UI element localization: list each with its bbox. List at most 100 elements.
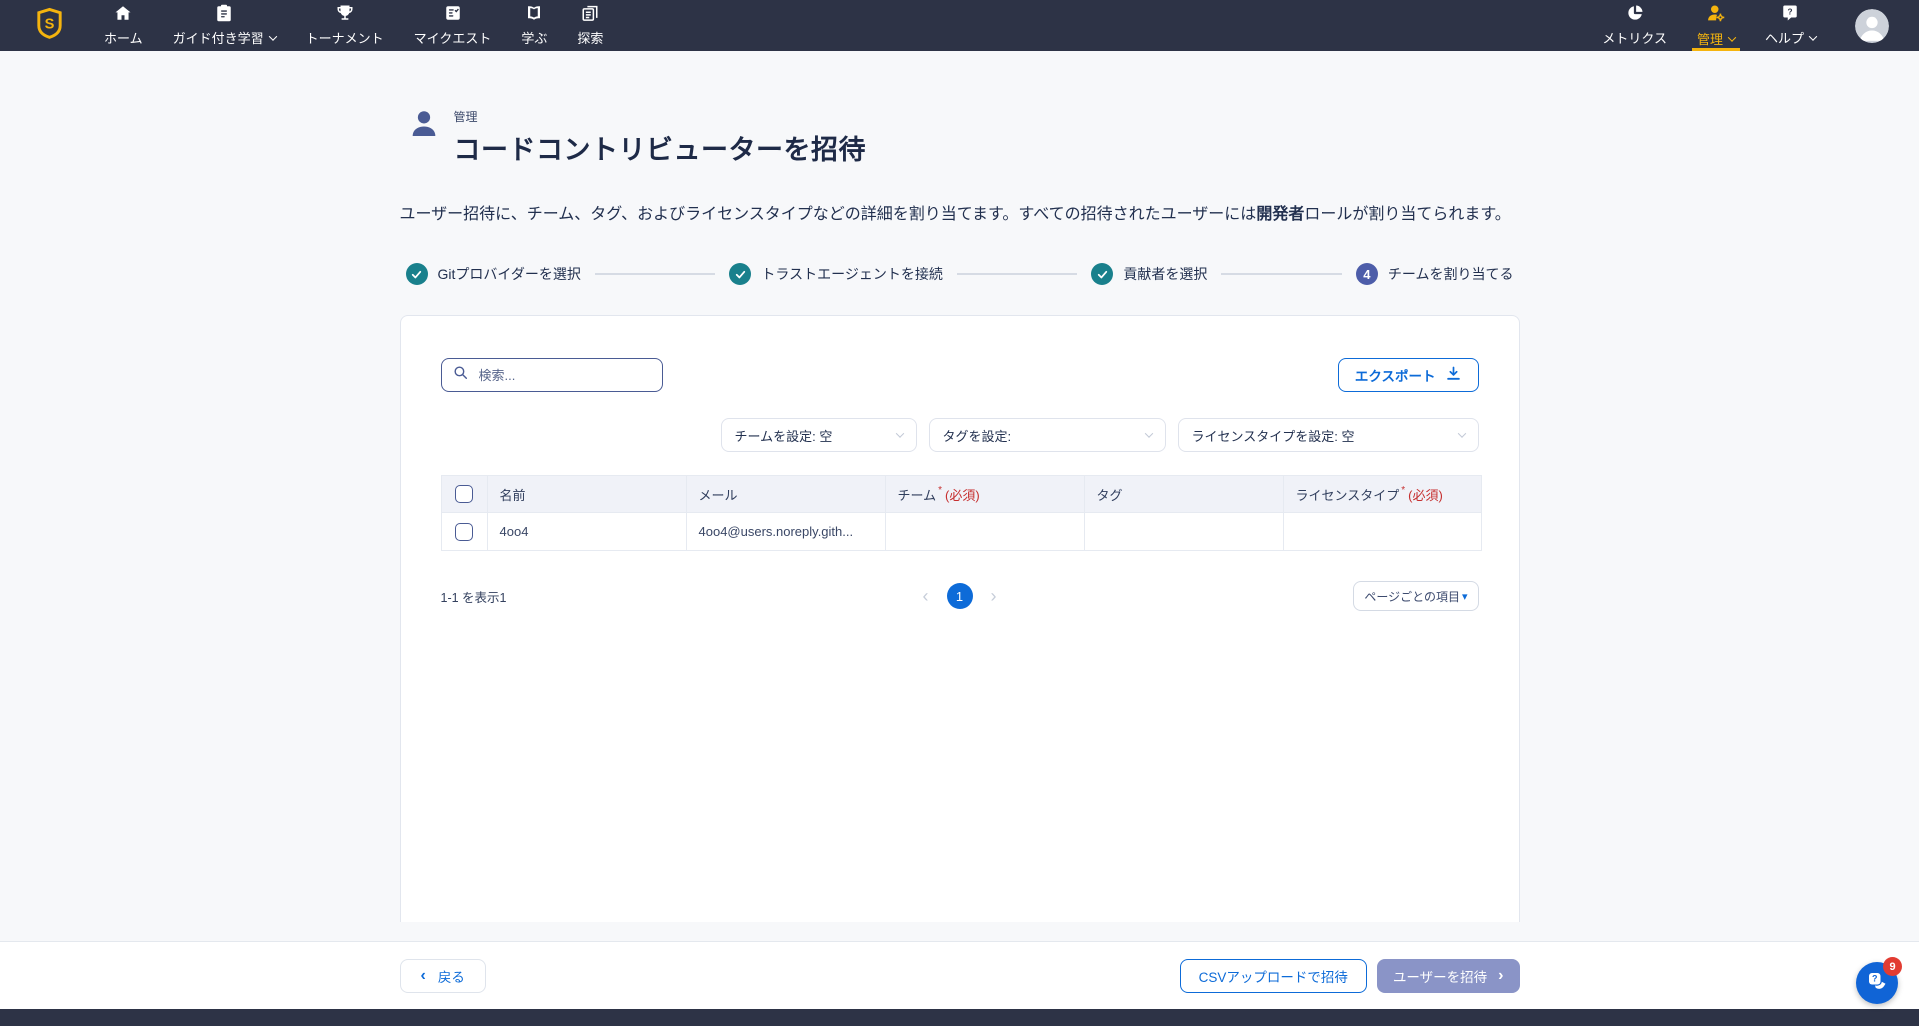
nav-item-guided-learning[interactable]: ガイド付き学習 — [158, 0, 291, 51]
col-header-license: ライセンスタイプ*(必須) — [1283, 476, 1481, 513]
col-header-tags: タグ — [1084, 476, 1283, 513]
clipboard-icon — [215, 4, 233, 25]
cell-license[interactable] — [1283, 513, 1481, 551]
back-button[interactable]: ‹ 戻る — [400, 959, 486, 993]
export-button[interactable]: エクスポート — [1338, 358, 1479, 392]
page-description: ユーザー招待に、チーム、タグ、およびライセンスタイプなどの詳細を割り当てます。す… — [400, 203, 1520, 227]
search-icon — [452, 364, 469, 386]
nav-item-admin[interactable]: 管理 — [1682, 0, 1750, 51]
pie-chart-icon — [1626, 4, 1644, 25]
step-connector — [1221, 273, 1342, 275]
step-select-contributors: 貢献者を選択 — [1091, 263, 1207, 285]
step-complete-check-icon — [406, 263, 428, 285]
secondary-nav: メトリクス 管理 — [1587, 0, 1889, 51]
checklist-icon — [444, 4, 462, 25]
current-page-button[interactable]: 1 — [947, 583, 973, 609]
nav-label: マイクエスト — [414, 28, 492, 47]
top-navbar: S ホーム ガイド付き学習 — [0, 0, 1919, 51]
nav-label: ガイド付き学習 — [173, 28, 264, 47]
user-avatar[interactable] — [1855, 9, 1889, 43]
chevron-right-icon: › — [1498, 968, 1503, 984]
assign-teams-card: エクスポート チームを設定: 空 タグを設定: — [400, 315, 1520, 922]
nav-label: 管理 — [1697, 29, 1723, 48]
contributor-person-icon — [408, 108, 440, 167]
nav-label: トーナメント — [306, 28, 384, 47]
breadcrumb: 管理 — [454, 108, 867, 125]
step-complete-check-icon — [1091, 263, 1113, 285]
help-chat-button[interactable]: ? 9 — [1856, 962, 1898, 1004]
download-icon — [1445, 365, 1462, 385]
table-header-row: 名前 メール チーム*(必須) タグ ライセンスタイプ*(必須) — [441, 476, 1481, 513]
step-select-git-provider: Gitプロバイダーを選択 — [406, 263, 581, 285]
nav-item-explore[interactable]: 探索 — [562, 0, 618, 51]
bulk-assign-filters: チームを設定: 空 タグを設定: ライセンスタイプを設定: 空 — [441, 418, 1479, 452]
trophy-icon — [336, 4, 354, 25]
svg-text:?: ? — [1788, 8, 1793, 17]
set-license-type-select[interactable]: ライセンスタイプを設定: 空 — [1178, 418, 1479, 452]
nav-item-tournament[interactable]: トーナメント — [291, 0, 399, 51]
nav-label: ヘルプ — [1765, 28, 1804, 47]
step-label: トラストエージェントを接続 — [761, 264, 942, 284]
step-label: Gitプロバイダーを選択 — [438, 264, 581, 284]
home-icon — [114, 4, 132, 25]
step-label: 貢献者を選択 — [1123, 264, 1207, 284]
row-checkbox[interactable] — [455, 523, 473, 541]
nav-item-learn[interactable]: 学ぶ — [506, 0, 562, 51]
table-row: 4oo4 4oo4@users.noreply.gith... — [441, 513, 1481, 551]
stepper: Gitプロバイダーを選択 トラストエージェントを接続 貢献者を選択 4 チームを… — [400, 263, 1520, 285]
select-all-checkbox[interactable] — [455, 485, 473, 503]
step-number-badge: 4 — [1356, 263, 1378, 285]
help-icon: ? — [1781, 4, 1799, 25]
nav-item-metrics[interactable]: メトリクス — [1587, 0, 1682, 51]
nav-label: 探索 — [577, 28, 603, 47]
cell-team[interactable] — [885, 513, 1084, 551]
bottom-strip — [0, 1009, 1919, 1026]
nav-label: ホーム — [104, 28, 143, 47]
invite-via-csv-button[interactable]: CSVアップロードで招待 — [1180, 959, 1367, 993]
page-title: コードコントリビューターを招待 — [454, 128, 867, 167]
col-header-team: チーム*(必須) — [885, 476, 1084, 513]
caret-down-icon: ▾ — [1462, 590, 1468, 603]
col-header-name: 名前 — [487, 476, 686, 513]
nav-label: 学ぶ — [521, 28, 547, 47]
chevron-down-icon — [1144, 429, 1152, 437]
set-tags-select[interactable]: タグを設定: — [929, 418, 1166, 452]
cell-name: 4oo4 — [487, 513, 686, 551]
cell-tags[interactable] — [1084, 513, 1283, 551]
set-team-select[interactable]: チームを設定: 空 — [721, 418, 917, 452]
invite-users-button[interactable]: ユーザーを招待 › — [1377, 959, 1520, 993]
notification-badge: 9 — [1883, 957, 1902, 976]
nav-item-help[interactable]: ? ヘルプ — [1750, 0, 1831, 51]
step-connector — [957, 273, 1078, 275]
library-icon — [581, 4, 599, 25]
contributors-table: 名前 メール チーム*(必須) タグ ライセンスタイプ*(必須) 4oo4 4o… — [441, 475, 1482, 551]
main-content: 管理 コードコントリビューターを招待 ユーザー招待に、チーム、タグ、およびライセ… — [400, 108, 1520, 922]
svg-text:?: ? — [1872, 973, 1878, 983]
nav-item-my-quests[interactable]: マイクエスト — [399, 0, 507, 51]
svg-text:S: S — [45, 16, 55, 32]
chevron-down-icon — [268, 32, 276, 40]
step-label: チームを割り当てる — [1388, 264, 1514, 284]
nav-item-home[interactable]: ホーム — [89, 0, 158, 51]
next-page-button[interactable]: › — [991, 587, 997, 605]
items-per-page-button[interactable]: ページごとの項目 ▾ — [1353, 581, 1478, 611]
active-tab-underline — [1692, 48, 1740, 51]
app-logo[interactable]: S — [36, 0, 63, 51]
cell-email: 4oo4@users.noreply.gith... — [686, 513, 885, 551]
prev-page-button[interactable]: ‹ — [923, 587, 929, 605]
admin-user-gear-icon — [1706, 3, 1726, 26]
chevron-left-icon: ‹ — [421, 968, 426, 984]
chevron-down-icon — [1728, 33, 1736, 41]
search-box[interactable] — [441, 358, 663, 392]
step-assign-teams: 4 チームを割り当てる — [1356, 263, 1514, 285]
nav-label: メトリクス — [1602, 28, 1667, 47]
chevron-down-icon — [895, 429, 903, 437]
pagination: 1-1 を表示1 ‹ 1 › ページごとの項目 ▾ — [441, 581, 1479, 611]
search-input[interactable] — [477, 367, 652, 384]
page-header: 管理 コードコントリビューターを招待 — [400, 108, 1520, 167]
shield-logo-icon: S — [36, 7, 63, 45]
step-connector — [595, 273, 716, 275]
chevron-down-icon — [1809, 32, 1817, 40]
col-header-email: メール — [686, 476, 885, 513]
step-connect-trust-agent: トラストエージェントを接続 — [729, 263, 942, 285]
